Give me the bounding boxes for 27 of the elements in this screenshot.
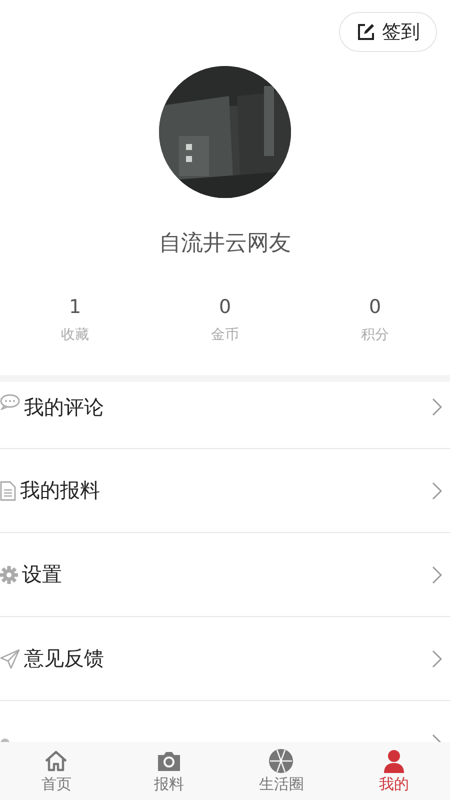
- chevron-right-icon: [432, 398, 442, 416]
- stat-label: 收藏: [61, 326, 89, 344]
- stat-label: 积分: [361, 326, 389, 344]
- tab[interactable]: 报料: [112, 742, 225, 800]
- aperture-icon: [269, 748, 294, 772]
- stat-value: 1: [68, 296, 82, 318]
- speech-bubble-icon: [0, 394, 20, 410]
- menu-item[interactable]: 意见反馈: [0, 617, 450, 701]
- home-icon: [44, 748, 68, 772]
- chevron-right-icon: [432, 482, 442, 500]
- tab[interactable]: 生活圈: [225, 742, 338, 800]
- chevron-right-icon: [432, 650, 442, 668]
- user-name: 自流井云网友: [158, 230, 292, 258]
- menu-item[interactable]: 设置: [0, 533, 450, 617]
- stat-value: 0: [368, 296, 382, 318]
- menu-item[interactable]: 我的报料: [0, 449, 450, 533]
- tab[interactable]: 首页: [0, 742, 112, 800]
- paper-plane-icon: [0, 648, 20, 668]
- edit-icon: [356, 22, 376, 42]
- menu-item[interactable]: 我的评论: [0, 382, 450, 449]
- stat-value: 0: [218, 296, 232, 318]
- person-icon: [382, 748, 406, 772]
- tab[interactable]: 我的: [338, 742, 450, 800]
- document-icon: [0, 480, 16, 500]
- stat-label: 金币: [211, 326, 239, 344]
- chevron-right-icon: [432, 566, 442, 584]
- sign-in-button[interactable]: 签到: [339, 12, 437, 52]
